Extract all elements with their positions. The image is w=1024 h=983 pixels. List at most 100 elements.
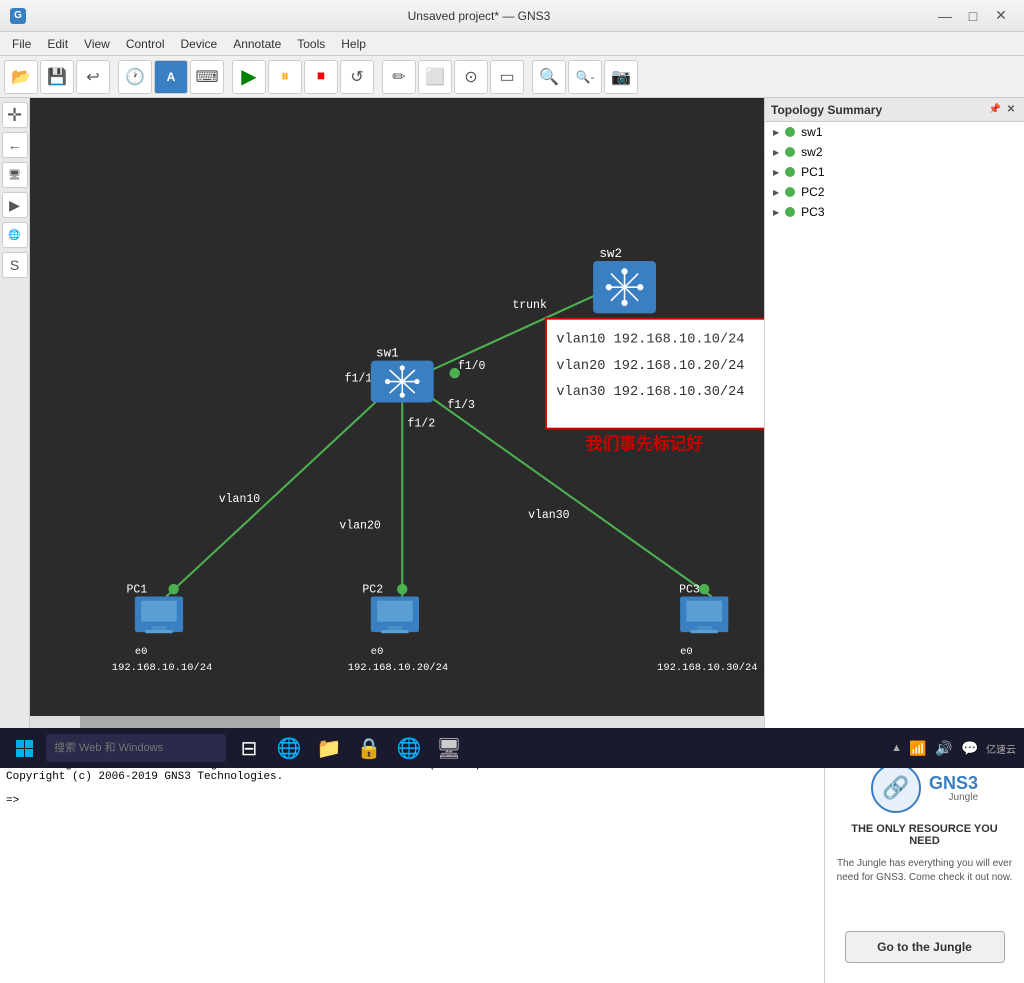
go-to-jungle-button[interactable]: Go to the Jungle — [845, 931, 1005, 963]
svg-text:e0: e0 — [680, 646, 693, 658]
appliance-button[interactable]: A — [154, 60, 188, 94]
zoom-in-button[interactable]: 🔍 — [532, 60, 566, 94]
toolbar: 📂 💾 ↩ 🕐 A ⌨ ▶ ⏸ ⏹ ↺ ✏ ⬜ ⊙ ▭ 🔍 🔍- 📷 — [0, 56, 1024, 98]
snake-button[interactable]: S — [2, 252, 28, 278]
jungle-body: 🔗 GNS3 Jungle THE ONLY RESOURCE YOU NEED… — [825, 753, 1024, 983]
console-line-2: Copyright (c) 2006-2019 GNS3 Technologie… — [6, 771, 818, 783]
svg-text:vlan10 192.168.10.10/24: vlan10 192.168.10.10/24 — [556, 333, 744, 348]
console-prompt: => — [6, 795, 818, 807]
network-icon[interactable]: 📶 — [908, 738, 928, 758]
svg-text:f1/1: f1/1 — [345, 373, 373, 386]
titlebar: G Unsaved project* — GNS3 — □ ✕ — [0, 0, 1024, 32]
topo-label-sw1: sw1 — [801, 125, 822, 139]
svg-text:f1/0: f1/0 — [458, 360, 486, 373]
taskbar-app-taskview[interactable]: ⊟ — [232, 731, 266, 765]
menu-annotate[interactable]: Annotate — [225, 35, 289, 53]
zoom-out-button[interactable]: 🔍- — [568, 60, 602, 94]
forward-button[interactable]: ▶ — [2, 192, 28, 218]
topology-item-sw2[interactable]: ▶ sw2 — [765, 142, 1024, 162]
topology-item-PC2[interactable]: ▶ PC2 — [765, 182, 1024, 202]
canvas-area[interactable]: trunk f1/0 f1/0 f1/1 f1/2 f1/3 vlan10 vl… — [30, 98, 764, 728]
topo-status-sw2 — [785, 147, 795, 157]
main-area: ✛ ← 🖥 ▶ 🌐 S — [0, 98, 1024, 728]
draw-ellipse-button[interactable]: ⊙ — [454, 60, 488, 94]
volume-icon[interactable]: 🔊 — [934, 738, 954, 758]
network-button[interactable]: 🌐 — [2, 222, 28, 248]
stop-button[interactable]: ⏹ — [304, 60, 338, 94]
menu-file[interactable]: File — [4, 35, 39, 53]
taskbar-search[interactable] — [46, 734, 226, 762]
jungle-gns3-label: GNS3 — [929, 774, 978, 792]
topo-arrow-PC3: ▶ — [773, 208, 779, 217]
start-button[interactable] — [8, 732, 40, 764]
reload-button[interactable]: ↺ — [340, 60, 374, 94]
pause-button[interactable]: ⏸ — [268, 60, 302, 94]
svg-text:vlan30 192.168.10.30/24: vlan30 192.168.10.30/24 — [556, 385, 744, 400]
console-body[interactable]: GNS3 management console. Running GNS3 ve… — [0, 753, 824, 983]
svg-text:sw2: sw2 — [599, 247, 622, 261]
svg-text:vlan20 192.168.10.20/24: vlan20 192.168.10.20/24 — [556, 359, 744, 374]
annotate-text-button[interactable]: ✏ — [382, 60, 416, 94]
back-button[interactable]: ← — [2, 132, 28, 158]
menu-help[interactable]: Help — [333, 35, 374, 53]
svg-text:192.168.10.10/24: 192.168.10.10/24 — [112, 662, 213, 674]
taskbar-brand: 亿速云 — [986, 741, 1016, 756]
jungle-sub-label: Jungle — [949, 792, 978, 803]
jungle-description: The Jungle has everything you will ever … — [835, 857, 1014, 885]
topology-item-sw1[interactable]: ▶ sw1 — [765, 122, 1024, 142]
jungle-icon: 🔗 — [871, 763, 921, 813]
taskbar-app-cmd[interactable]: 🖥 — [432, 731, 466, 765]
topo-arrow-PC2: ▶ — [773, 188, 779, 197]
topology-close-button[interactable]: ✕ — [1004, 103, 1018, 117]
topo-arrow-PC1: ▶ — [773, 168, 779, 177]
jungle-brand: GNS3 Jungle — [929, 774, 978, 803]
taskbar: ⊟ 🌐 📁 🔒 🌐 🖥 ▲ 📶 🔊 💬 亿速云 — [0, 728, 1024, 768]
draw-rect-button[interactable]: ⬜ — [418, 60, 452, 94]
svg-text:sw1: sw1 — [376, 346, 399, 360]
device-type-button[interactable]: 🖥 — [2, 162, 28, 188]
topology-canvas: trunk f1/0 f1/0 f1/1 f1/2 f1/3 vlan10 vl… — [30, 98, 764, 728]
window-controls: — □ ✕ — [932, 5, 1014, 27]
close-button[interactable]: ✕ — [988, 5, 1014, 27]
window-title: Unsaved project* — GNS3 — [34, 9, 924, 23]
menubar: File Edit View Control Device Annotate T… — [0, 32, 1024, 56]
recent-button[interactable]: 🕐 — [118, 60, 152, 94]
notification-icon[interactable]: 💬 — [960, 738, 980, 758]
minimize-button[interactable]: — — [932, 5, 958, 27]
console-line-3 — [6, 783, 818, 795]
topo-status-PC2 — [785, 187, 795, 197]
canvas-scrollbar[interactable] — [30, 716, 764, 728]
console-button[interactable]: ⌨ — [190, 60, 224, 94]
svg-text:vlan20: vlan20 — [339, 519, 381, 532]
maximize-button[interactable]: □ — [960, 5, 986, 27]
svg-text:f1/2: f1/2 — [407, 418, 435, 431]
svg-text:192.168.10.30/24: 192.168.10.30/24 — [657, 662, 758, 674]
svg-text:192.168.10.20/24: 192.168.10.20/24 — [348, 662, 449, 674]
topo-status-PC1 — [785, 167, 795, 177]
open-button[interactable]: 📂 — [4, 60, 38, 94]
menu-view[interactable]: View — [76, 35, 118, 53]
topo-status-PC3 — [785, 207, 795, 217]
save-button[interactable]: 💾 — [40, 60, 74, 94]
topology-pin-button[interactable]: 📌 — [988, 103, 1002, 117]
topology-item-PC1[interactable]: ▶ PC1 — [765, 162, 1024, 182]
pan-button[interactable]: ✛ — [2, 102, 28, 128]
undo-button[interactable]: ↩ — [76, 60, 110, 94]
taskbar-app-store[interactable]: 🔒 — [352, 731, 386, 765]
menu-tools[interactable]: Tools — [289, 35, 333, 53]
app-icon: G — [10, 8, 26, 24]
jungle-headline: THE ONLY RESOURCE YOU NEED — [835, 823, 1014, 847]
jungle-logo: 🔗 GNS3 Jungle — [871, 763, 978, 813]
taskbar-app-edge[interactable]: 🌐 — [272, 731, 306, 765]
draw-border-button[interactable]: ▭ — [490, 60, 524, 94]
topo-status-sw1 — [785, 127, 795, 137]
topology-item-PC3[interactable]: ▶ PC3 — [765, 202, 1024, 222]
menu-device[interactable]: Device — [173, 35, 226, 53]
menu-control[interactable]: Control — [118, 35, 173, 53]
taskbar-app-explorer[interactable]: 📁 — [312, 731, 346, 765]
menu-edit[interactable]: Edit — [39, 35, 76, 53]
screenshot-button[interactable]: 📷 — [604, 60, 638, 94]
topo-arrow-sw1: ▶ — [773, 128, 779, 137]
start-button[interactable]: ▶ — [232, 60, 266, 94]
taskbar-app-ie[interactable]: 🌐 — [392, 731, 426, 765]
